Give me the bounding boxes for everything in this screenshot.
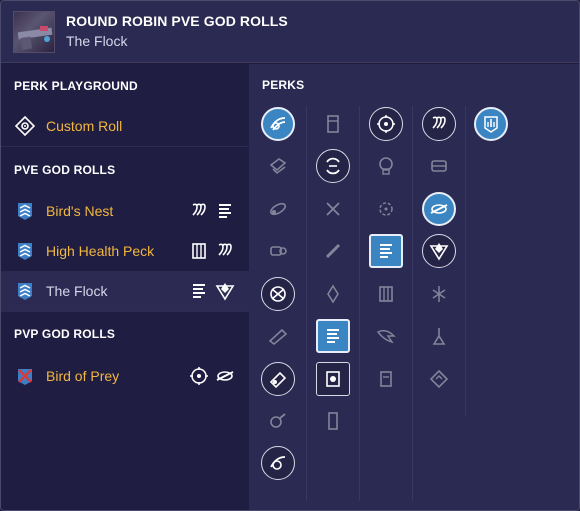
chevron-rank-icon <box>15 241 35 261</box>
pvp-roll-item[interactable]: Bird of Prey <box>1 356 249 396</box>
perk-trait-icon[interactable] <box>369 234 403 268</box>
stripes-perk-icon <box>189 201 209 221</box>
cylinder-perk-icon <box>189 241 209 261</box>
perk-magazine-icon[interactable] <box>316 319 350 353</box>
header: ROUND ROBIN PVE GOD ROLLS The Flock <box>1 1 579 63</box>
pvp-roll-label: Bird of Prey <box>46 368 120 384</box>
perk-trait-icon[interactable] <box>369 319 403 353</box>
perk-barrel-icon[interactable] <box>261 107 295 141</box>
perk-barrel-icon[interactable] <box>261 446 295 480</box>
perk-trait2-icon[interactable] <box>422 362 456 396</box>
perk-barrel-icon[interactable] <box>261 234 295 268</box>
divider <box>1 146 249 147</box>
perk-magazine-icon[interactable] <box>316 277 350 311</box>
perk-trait-icon[interactable] <box>369 362 403 396</box>
triangle-perk-icon <box>215 281 235 301</box>
perk-playground-heading: PERK PLAYGROUND <box>14 79 138 93</box>
stripes-perk-icon <box>215 241 235 261</box>
perk-ring-slash-icon[interactable] <box>422 192 456 226</box>
perk-masterwork-icon[interactable] <box>474 107 508 141</box>
ammo-stack-icon <box>215 201 235 221</box>
perk-magazine-icon[interactable] <box>316 404 350 438</box>
pve-roll-item[interactable]: High Health Peck <box>1 231 249 271</box>
perks-heading: PERKS <box>262 78 305 92</box>
perk-magazine-icon[interactable] <box>316 362 350 396</box>
column-divider <box>306 106 307 501</box>
pve-roll-label: High Health Peck <box>46 243 155 259</box>
perk-magazine-icon[interactable] <box>316 149 350 183</box>
perk-stripes-icon[interactable] <box>422 107 456 141</box>
crossed-swords-icon <box>15 366 35 386</box>
pvp-god-rolls-heading: PVP GOD ROLLS <box>14 327 116 341</box>
perk-barrel-icon[interactable] <box>261 362 295 396</box>
pve-roll-item[interactable]: Bird's Nest <box>1 191 249 231</box>
diamond-target-icon <box>14 115 36 137</box>
perk-trait2-icon[interactable] <box>422 319 456 353</box>
perk-magazine-icon[interactable] <box>316 234 350 268</box>
perks-panel: PERKS <box>249 64 579 510</box>
pve-roll-label: Bird's Nest <box>46 203 114 219</box>
custom-roll-item[interactable]: Custom Roll <box>1 106 249 146</box>
perk-trait-icon[interactable] <box>369 149 403 183</box>
custom-roll-label: Custom Roll <box>46 118 123 134</box>
chevron-rank-icon <box>15 201 35 221</box>
column-divider <box>412 106 413 501</box>
column-divider <box>359 106 360 501</box>
perk-barrel-icon[interactable] <box>261 192 295 226</box>
page-title: ROUND ROBIN PVE GOD ROLLS <box>66 13 288 29</box>
pve-roll-label: The Flock <box>46 283 108 299</box>
perk-magazine-icon[interactable] <box>316 107 350 141</box>
page-subtitle: The Flock <box>66 33 128 49</box>
sidebar: PERK PLAYGROUND Custom Roll PVE GOD ROLL… <box>1 64 249 510</box>
perk-trait2-icon[interactable] <box>422 277 456 311</box>
perk-trait-icon[interactable] <box>369 277 403 311</box>
pve-god-rolls-heading: PVE GOD ROLLS <box>14 163 116 177</box>
perk-triangle-icon[interactable] <box>422 234 456 268</box>
perk-trait2-icon[interactable] <box>422 149 456 183</box>
pve-roll-item-selected[interactable]: The Flock <box>1 271 249 311</box>
chevron-rank-icon <box>15 281 35 301</box>
divider <box>1 311 249 312</box>
perk-barrel-icon[interactable] <box>261 277 295 311</box>
column-divider <box>465 106 466 416</box>
ring-slash-perk-icon <box>215 366 235 386</box>
roll-panel: ROUND ROBIN PVE GOD ROLLS The Flock PERK… <box>0 0 580 511</box>
perk-magazine-icon[interactable] <box>316 192 350 226</box>
perk-trait-icon[interactable] <box>369 192 403 226</box>
perk-trait-icon[interactable] <box>369 107 403 141</box>
perk-barrel-icon[interactable] <box>261 319 295 353</box>
ammo-stack-icon <box>189 281 209 301</box>
crosshair-perk-icon <box>189 366 209 386</box>
weapon-thumbnail-icon <box>13 11 55 53</box>
perk-barrel-icon[interactable] <box>261 149 295 183</box>
perk-barrel-icon[interactable] <box>261 404 295 438</box>
